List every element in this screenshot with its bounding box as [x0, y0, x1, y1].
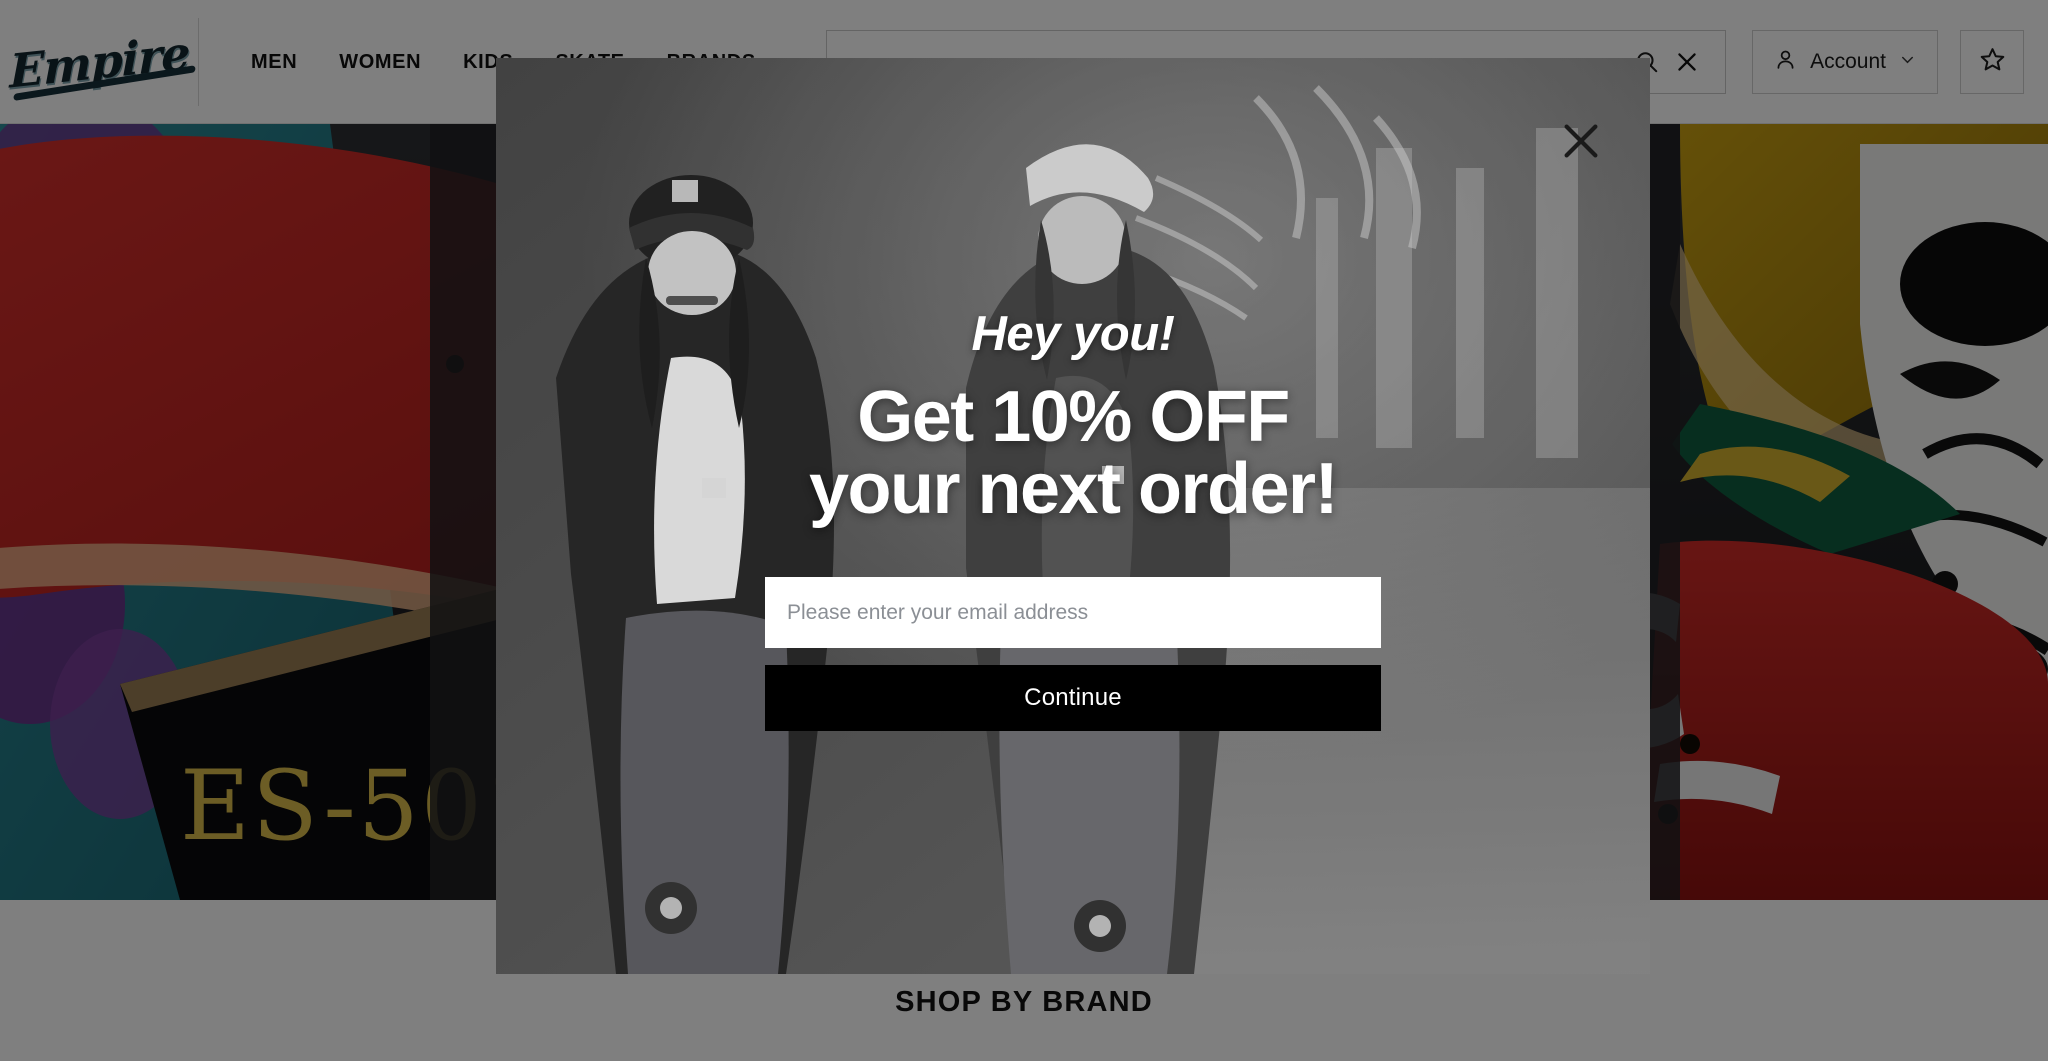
newsletter-modal: Hey you! Get 10% OFF your next order! Co…: [496, 58, 1650, 974]
close-icon: [1558, 118, 1604, 169]
page-root: ES-5010: [0, 0, 2048, 1061]
modal-headline: Get 10% OFF your next order!: [808, 381, 1339, 529]
modal-content: Hey you! Get 10% OFF your next order! Co…: [496, 58, 1650, 974]
modal-headline-line2: your next order!: [808, 449, 1339, 529]
modal-kicker: Hey you!: [971, 307, 1175, 361]
modal-close-button[interactable]: [1554, 116, 1608, 170]
modal-headline-line1: Get 10% OFF: [857, 377, 1290, 457]
continue-button[interactable]: Continue: [765, 665, 1381, 731]
email-input[interactable]: [765, 577, 1381, 648]
